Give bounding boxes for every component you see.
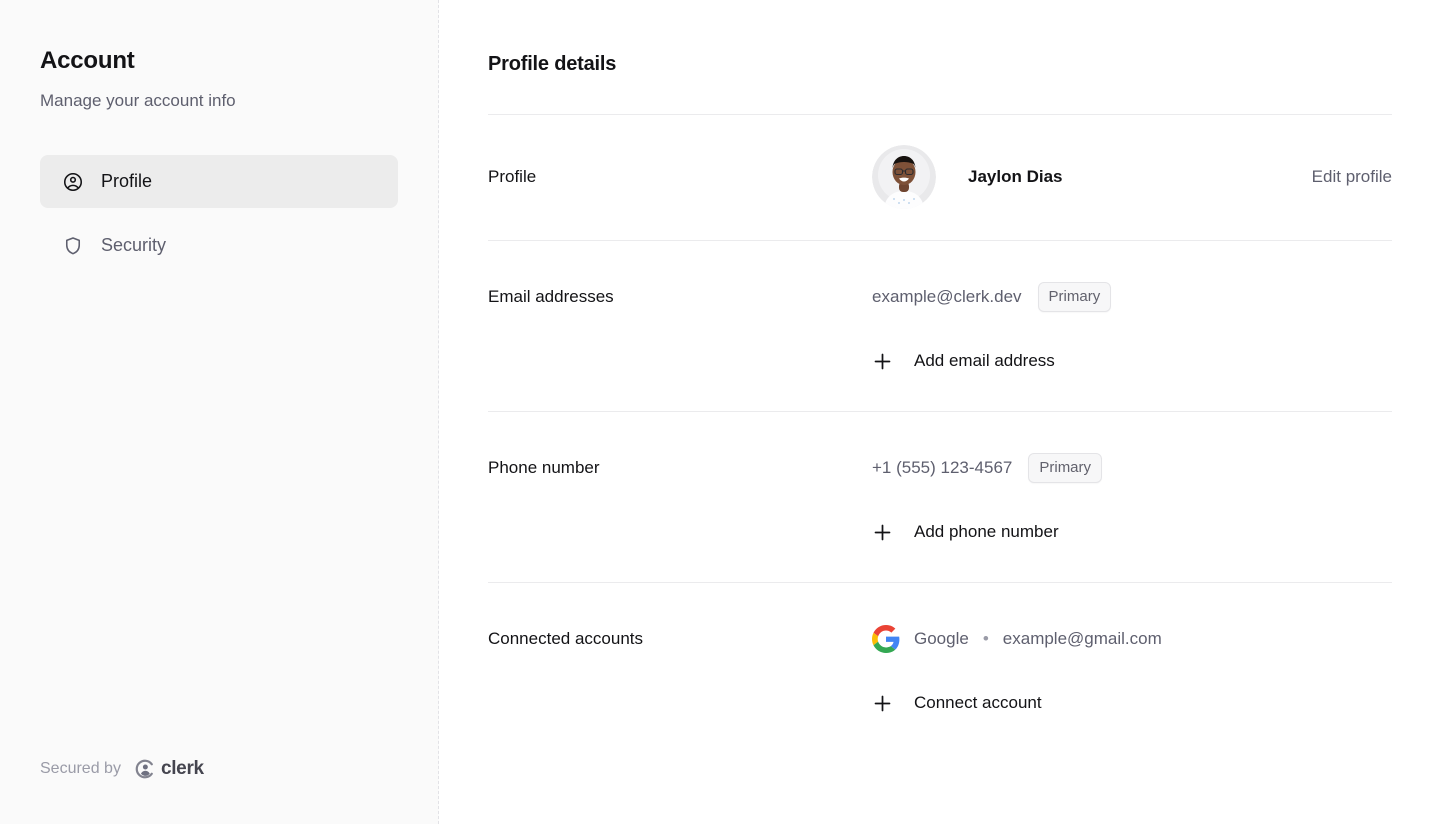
email-value-line: example@clerk.dev Primary (872, 281, 1392, 313)
sidebar-nav: Profile Security (40, 155, 398, 272)
connected-row-label: Connected accounts (488, 623, 872, 655)
profile-value: Jaylon Dias (872, 145, 1312, 209)
account-page: Account Manage your account info Profile (0, 0, 1440, 824)
connect-account-button[interactable]: Connect account (872, 687, 1042, 719)
phone-row-label: Phone number (488, 452, 872, 484)
profile-row-label: Profile (488, 167, 872, 187)
profile-details-panel: Profile details Profile (439, 0, 1440, 824)
secured-by-footer: Secured by clerk (40, 758, 204, 780)
user-full-name: Jaylon Dias (968, 167, 1063, 187)
connected-accounts-row: Connected accounts Google • example@gmai… (488, 583, 1392, 753)
email-value-block: example@clerk.dev Primary Add email addr… (872, 281, 1392, 377)
sidebar-item-security[interactable]: Security (40, 219, 398, 272)
phone-value-line: +1 (555) 123-4567 Primary (872, 452, 1392, 484)
section-title: Profile details (488, 53, 1392, 76)
sidebar-item-label: Security (101, 235, 166, 256)
user-circle-icon (62, 171, 84, 193)
separator-dot: • (983, 623, 989, 655)
plus-icon (872, 351, 893, 372)
page-title: Account (40, 47, 398, 75)
provider-name: Google (914, 623, 969, 655)
edit-profile-button[interactable]: Edit profile (1312, 167, 1392, 187)
secured-by-text: Secured by (40, 760, 121, 778)
shield-icon (62, 235, 84, 257)
phone-number-row: Phone number +1 (555) 123-4567 Primary A… (488, 412, 1392, 582)
email-address: example@clerk.dev (872, 281, 1022, 313)
add-phone-button[interactable]: Add phone number (872, 516, 1059, 548)
clerk-brand: clerk (134, 758, 204, 780)
email-row-label: Email addresses (488, 281, 872, 313)
page-subtitle: Manage your account info (40, 91, 398, 111)
primary-badge: Primary (1028, 453, 1102, 483)
profile-row: Profile (488, 115, 1392, 240)
clerk-logomark-icon (134, 758, 156, 780)
phone-value-block: +1 (555) 123-4567 Primary Add phone numb… (872, 452, 1392, 548)
connected-account-line: Google • example@gmail.com (872, 623, 1392, 655)
plus-icon (872, 522, 893, 543)
email-addresses-row: Email addresses example@clerk.dev Primar… (488, 241, 1392, 411)
add-email-button[interactable]: Add email address (872, 345, 1055, 377)
phone-number: +1 (555) 123-4567 (872, 452, 1012, 484)
plus-icon (872, 693, 893, 714)
avatar (872, 145, 936, 209)
connected-value-block: Google • example@gmail.com Connect accou… (872, 623, 1392, 719)
google-icon (872, 625, 900, 653)
primary-badge: Primary (1038, 282, 1112, 312)
connect-account-label: Connect account (914, 693, 1042, 713)
add-email-label: Add email address (914, 351, 1055, 371)
connected-email: example@gmail.com (1003, 623, 1162, 655)
clerk-wordmark: clerk (161, 758, 204, 780)
sidebar-item-profile[interactable]: Profile (40, 155, 398, 208)
add-phone-label: Add phone number (914, 522, 1059, 542)
sidebar-item-label: Profile (101, 171, 152, 192)
sidebar: Account Manage your account info Profile (0, 0, 439, 824)
